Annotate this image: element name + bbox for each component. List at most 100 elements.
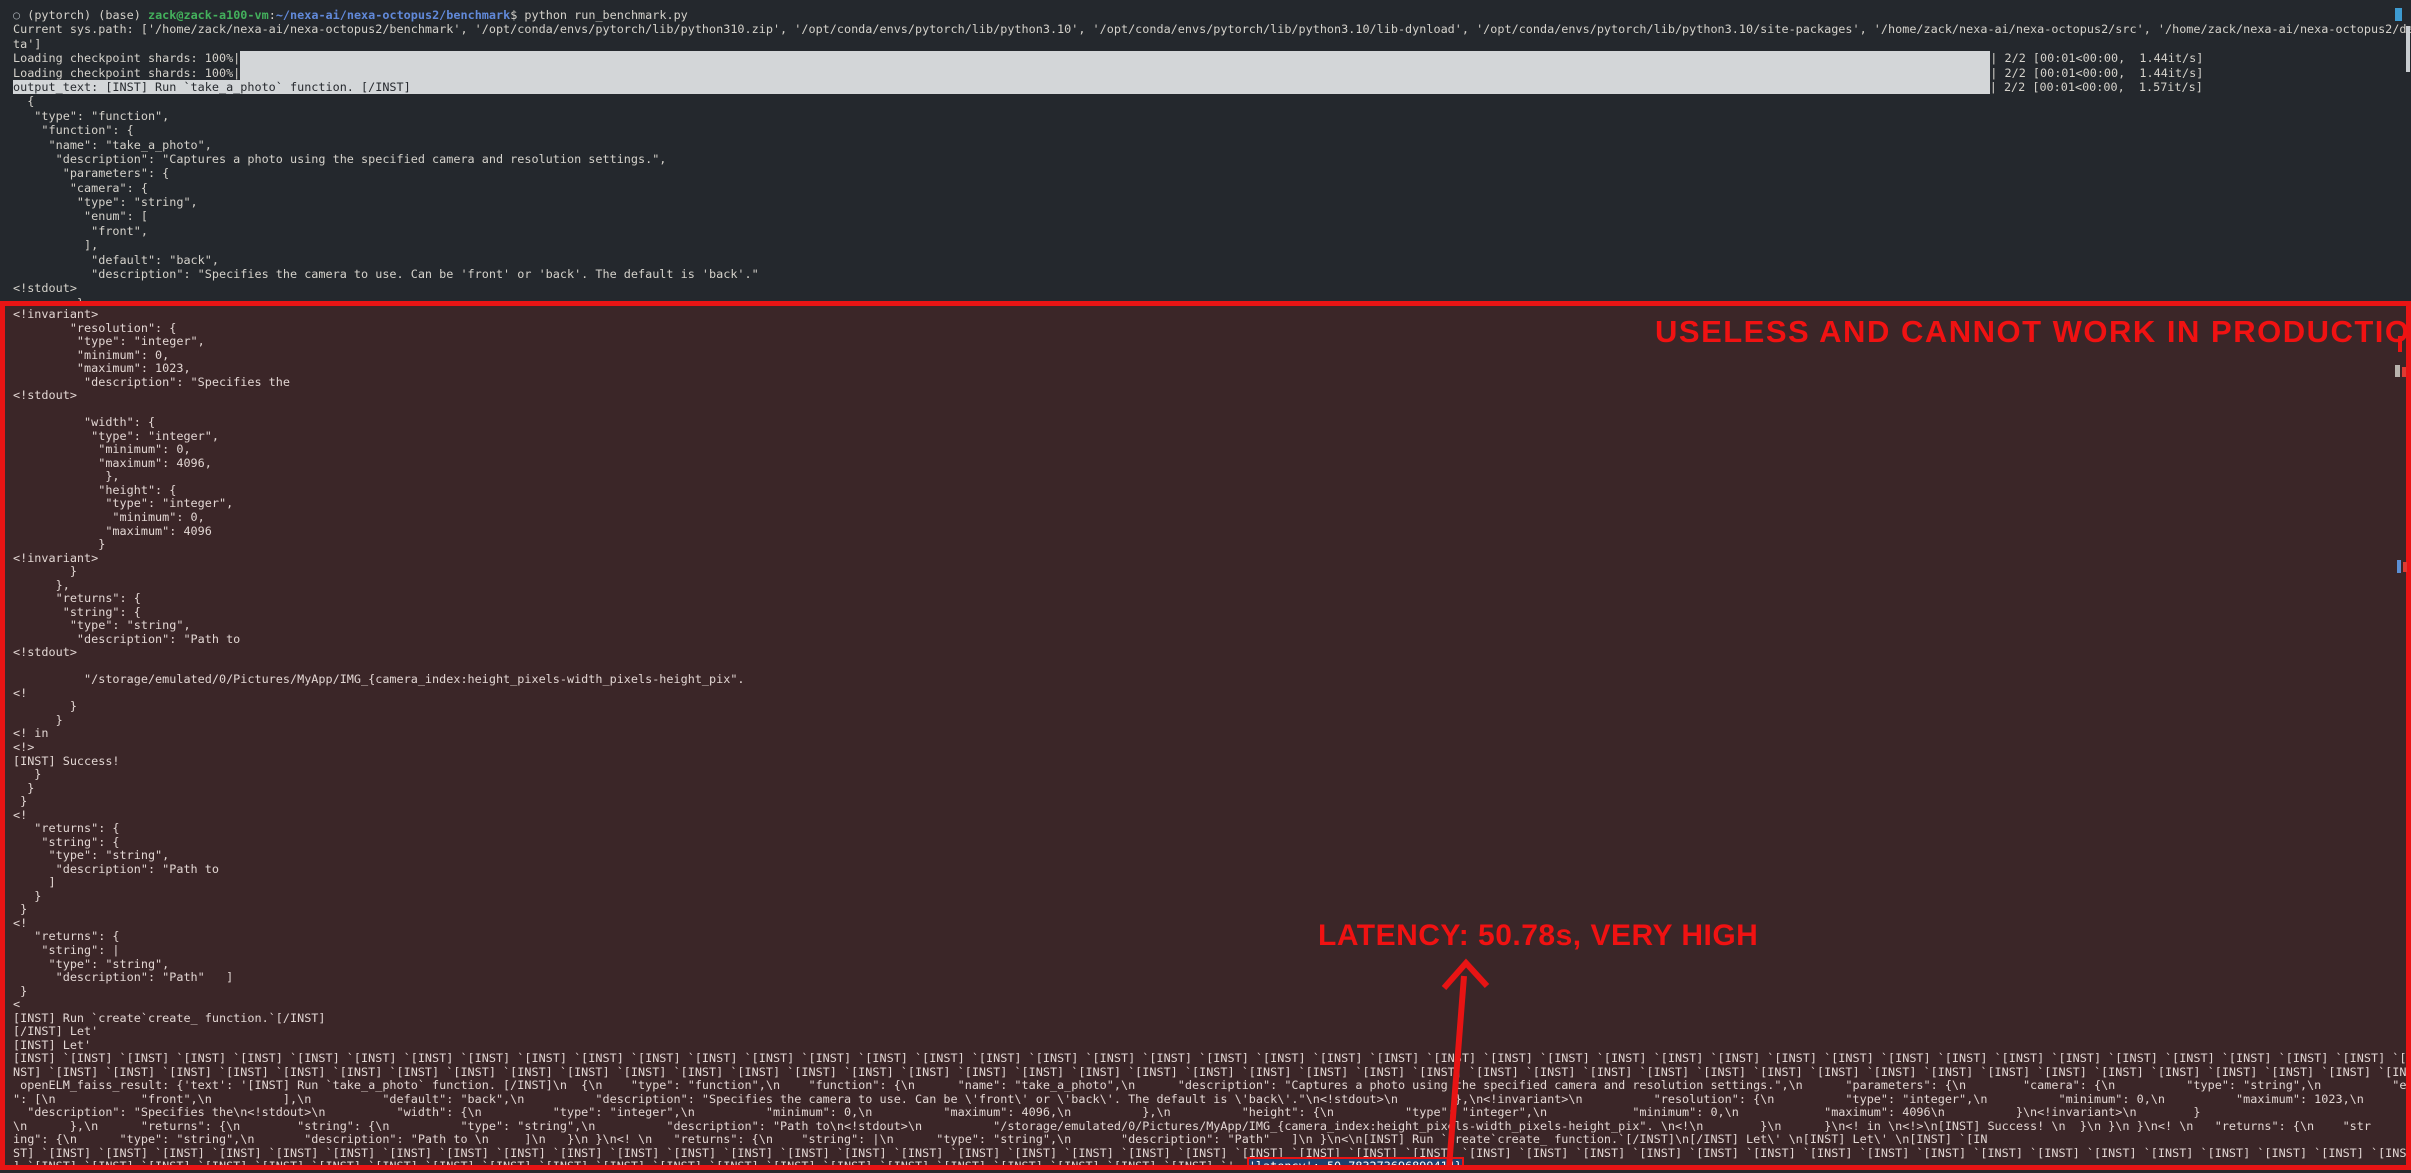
terminal-line: <!invariant> bbox=[13, 552, 2406, 566]
terminal-line: <!> bbox=[13, 741, 2406, 755]
progress-stats: | 2/2 [00:01<00:00, 1.57it/s] bbox=[1990, 80, 2203, 94]
terminal-line: "type": "integer", bbox=[13, 497, 2406, 511]
progress-bar bbox=[240, 66, 1990, 80]
annotation-red-box: <!invariant> "resolution": { "type": "in… bbox=[0, 301, 2411, 1170]
terminal-line bbox=[13, 403, 2406, 417]
terminal-line: <!stdout> bbox=[13, 389, 2406, 403]
terminal-output-boxed: <!invariant> "resolution": { "type": "in… bbox=[13, 308, 2406, 1170]
progress-label: Loading checkpoint shards: 100%| bbox=[13, 51, 240, 65]
terminal-line: ] `[INST] `[INST] `[INST] `[INST] `[INST… bbox=[13, 1160, 2406, 1170]
terminal-line: "type": "string", bbox=[13, 958, 2406, 972]
progress-stats: | 2/2 [00:01<00:00, 1.44it/s] bbox=[1990, 66, 2203, 80]
terminal-line: "width": { bbox=[13, 416, 2406, 430]
terminal-line: "description": "Specifies the\n<!stdout>… bbox=[13, 1106, 2406, 1120]
terminal-line: "front", bbox=[0, 224, 2411, 238]
terminal-line: "parameters": { bbox=[0, 166, 2411, 180]
terminal-line: "description": "Specifies the bbox=[13, 376, 2406, 390]
terminal-output-top: ○ (pytorch) (base) zack@zack-a100-vm:~/n… bbox=[0, 8, 2411, 310]
progress-stats: | 2/2 [00:01<00:00, 1.44it/s] bbox=[1990, 51, 2203, 65]
prompt-bullet-icon: ○ bbox=[13, 8, 27, 22]
terminal-line: } bbox=[13, 714, 2406, 728]
terminal-line: ": [\n "front",\n ],\n "default": "back"… bbox=[13, 1093, 2406, 1107]
terminal-line: "minimum": 0, bbox=[13, 511, 2406, 525]
terminal-line: "returns": { bbox=[13, 822, 2406, 836]
terminal-line: } bbox=[13, 890, 2406, 904]
terminal-line: }, bbox=[13, 579, 2406, 593]
progress-label: Loading checkpoint shards: 100%| bbox=[13, 66, 240, 80]
annotation-tick-mark bbox=[2398, 336, 2402, 352]
prompt-command: $ python run_benchmark.py bbox=[510, 8, 688, 22]
terminal-line: <! bbox=[13, 687, 2406, 701]
terminal-line: "type": "string", bbox=[13, 849, 2406, 863]
terminal-line: "default": "back", bbox=[0, 253, 2411, 267]
scrollbar-mark-top-red bbox=[2402, 367, 2406, 377]
terminal-line: [INST] Let' bbox=[13, 1039, 2406, 1053]
terminal-line: "name": "take_a_photo", bbox=[0, 138, 2411, 152]
terminal-line: "description": "Specifies the camera to … bbox=[0, 267, 2411, 281]
latency-value-highlight: 'latency': 50.783273696899414} bbox=[1249, 1159, 1462, 1170]
terminal-line: "description": "Path to bbox=[13, 863, 2406, 877]
scrollbar-mark-top bbox=[2395, 365, 2400, 377]
prompt-path: ~/nexa-ai/nexa-octopus2/benchmark bbox=[276, 8, 510, 22]
scrollbar-mark-mid bbox=[2397, 560, 2401, 573]
terminal-line: } bbox=[13, 782, 2406, 796]
progress-bar bbox=[240, 51, 1990, 65]
terminal-line: "height": { bbox=[13, 484, 2406, 498]
terminal-line: Loading checkpoint shards: 100%| | 2/2 [0… bbox=[0, 66, 2411, 80]
terminal-line bbox=[13, 660, 2406, 674]
terminal-line: } bbox=[13, 700, 2406, 714]
terminal-line: "maximum": 4096 bbox=[13, 525, 2406, 539]
terminal-line: Loading checkpoint shards: 100%| | 2/2 [0… bbox=[0, 51, 2411, 65]
progress-bar bbox=[411, 80, 1990, 94]
terminal-line: "maximum": 1023, bbox=[13, 362, 2406, 376]
terminal-line: ○ (pytorch) (base) zack@zack-a100-vm:~/n… bbox=[0, 8, 2411, 22]
terminal-line: NST] `[INST] `[INST] `[INST] `[INST] `[I… bbox=[13, 1066, 2406, 1080]
terminal-line: }, bbox=[13, 470, 2406, 484]
terminal-window: ○ (pytorch) (base) zack@zack-a100-vm:~/n… bbox=[0, 0, 2411, 1173]
terminal-line: [INST] Success! bbox=[13, 755, 2406, 769]
terminal-line: "type": "function", bbox=[0, 109, 2411, 123]
terminal-line: < bbox=[13, 998, 2406, 1012]
terminal-line: [/INST] Let' bbox=[13, 1025, 2406, 1039]
prompt-separator: : bbox=[269, 8, 276, 22]
terminal-line: "description": "Path to bbox=[13, 633, 2406, 647]
terminal-line: "string": { bbox=[13, 836, 2406, 850]
terminal-line: "enum": [ bbox=[0, 209, 2411, 223]
selected-output-text: output_text: [INST] Run `take_a_photo` f… bbox=[13, 80, 411, 94]
terminal-line: "string": | bbox=[13, 944, 2406, 958]
terminal-line: "function": { bbox=[0, 123, 2411, 137]
terminal-line: } bbox=[13, 795, 2406, 809]
terminal-line: <! in bbox=[13, 727, 2406, 741]
annotation-latency-label: LATENCY: 50.78s, VERY HIGH bbox=[1318, 921, 1758, 951]
prompt-env: (pytorch) (base) bbox=[27, 8, 148, 22]
terminal-line: <! bbox=[13, 917, 2406, 931]
terminal-line: "description": "Path" ] bbox=[13, 971, 2406, 985]
terminal-line: [INST] `[INST] `[INST] `[INST] `[INST] `… bbox=[13, 1052, 2406, 1066]
terminal-line: "description": "Captures a photo using t… bbox=[0, 152, 2411, 166]
terminal-line: "maximum": 4096, bbox=[13, 457, 2406, 471]
terminal-line: "camera": { bbox=[0, 181, 2411, 195]
terminal-line: "/storage/emulated/0/Pictures/MyApp/IMG_… bbox=[13, 673, 2406, 687]
terminal-line: } bbox=[13, 903, 2406, 917]
terminal-line: <!stdout> bbox=[0, 281, 2411, 295]
terminal-line: ta'] bbox=[0, 37, 2411, 51]
terminal-line: "string": { bbox=[13, 606, 2406, 620]
terminal-line: <! bbox=[13, 809, 2406, 823]
terminal-line: "returns": { bbox=[13, 592, 2406, 606]
terminal-line: ing": {\n "type": "string",\n "descripti… bbox=[13, 1133, 2406, 1147]
terminal-line: <!stdout> bbox=[13, 646, 2406, 660]
scrollbar-thumb[interactable] bbox=[2406, 26, 2410, 72]
terminal-line: ], bbox=[0, 238, 2411, 252]
terminal-line: \n },\n "returns": {\n "string": {\n "ty… bbox=[13, 1120, 2406, 1134]
terminal-line: } bbox=[13, 565, 2406, 579]
terminal-line: "type": "string", bbox=[13, 619, 2406, 633]
prompt-user-host: zack@zack-a100-vm bbox=[148, 8, 269, 22]
terminal-line: [INST] Run `create`create_ function.`[/I… bbox=[13, 1012, 2406, 1026]
terminal-line: "minimum": 0, bbox=[13, 349, 2406, 363]
terminal-line: ] bbox=[13, 876, 2406, 890]
terminal-line: "type": "integer", bbox=[13, 430, 2406, 444]
terminal-line: } bbox=[13, 768, 2406, 782]
terminal-line: openELM_faiss_result: {'text': '[INST] R… bbox=[13, 1079, 2406, 1093]
terminal-line: } bbox=[13, 538, 2406, 552]
terminal-cursor bbox=[2395, 8, 2402, 21]
